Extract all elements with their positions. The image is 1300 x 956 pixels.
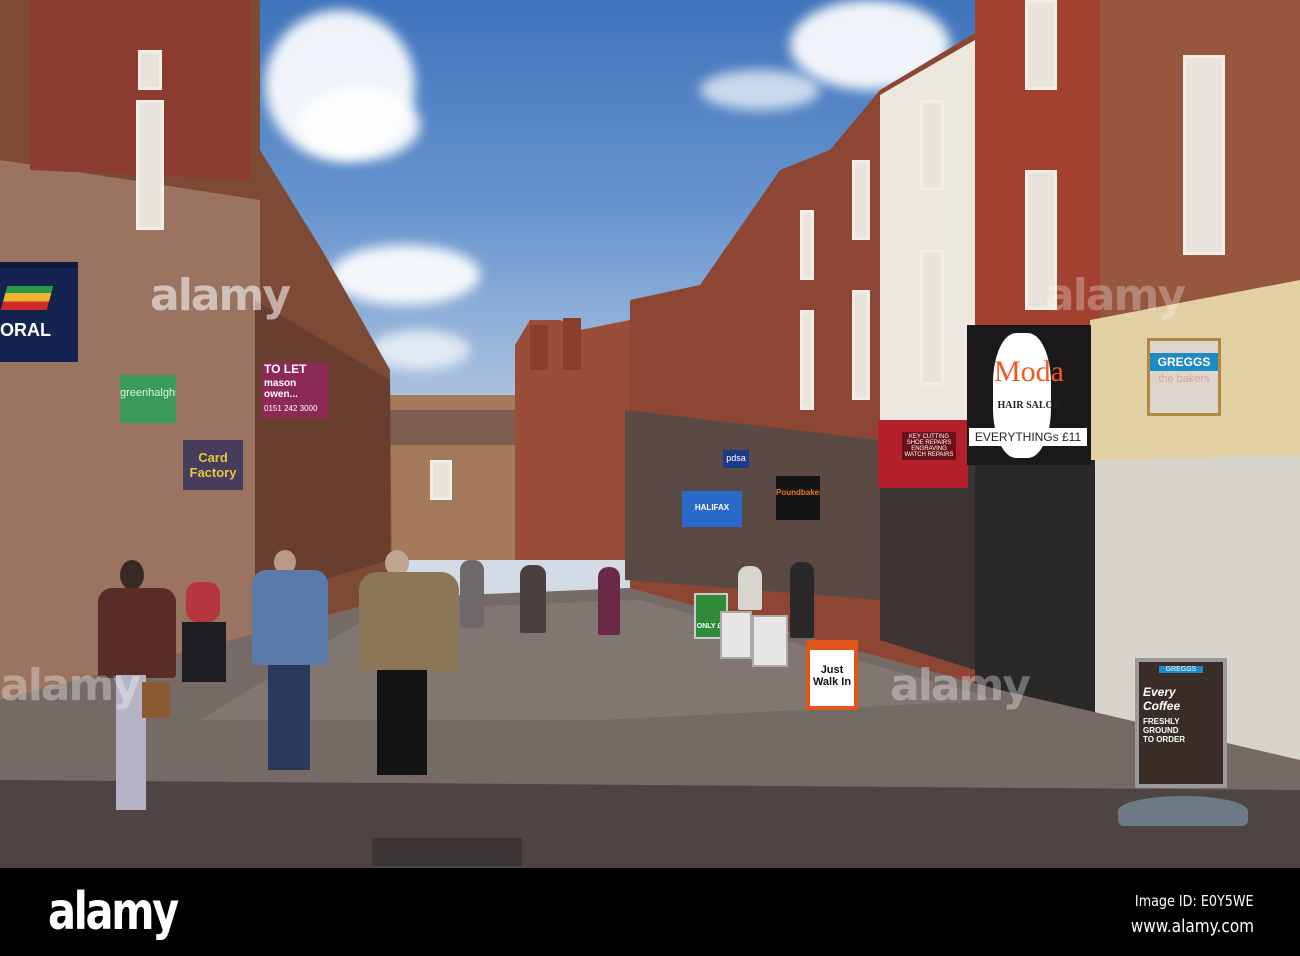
image-id: Image ID: E0Y5WE [1135,892,1254,910]
advert-board [752,615,788,667]
service-item: WATCH REPAIRS [904,452,954,458]
poundbakery-sign: Poundbakery [776,476,820,520]
watermark: alamy [0,660,141,711]
chimney [530,325,548,370]
pedestrian [520,565,546,633]
coral-label: ORAL [0,320,51,340]
coffee-board-brand: GREGGS [1159,666,1203,673]
moda-label: Moda [994,355,1064,388]
window [1025,0,1057,90]
window [800,210,814,280]
street-shadow [0,780,1300,868]
window [136,100,164,230]
to-let-sign: TO LET mason owen... 0151 242 3000 [262,362,328,418]
greggs-label: GREGGS [1150,353,1218,371]
alamy-logo: alamy [48,882,179,942]
window [1183,55,1225,255]
to-let-label: TO LET [264,362,307,376]
far-building-roof [385,410,515,445]
window [138,50,162,90]
agent-phone: 0151 242 3000 [264,404,318,413]
window [852,290,870,400]
advert-board [720,611,752,659]
window [920,250,944,385]
pedestrian [790,562,814,638]
timpson-services: KEY CUTTING SHOE REPAIRS ENGRAVING WATCH… [902,432,956,460]
person-blue-shirt [250,550,330,775]
greggs-sign: GREGGS the bakers [1147,338,1221,416]
green-shop-sign: greenhalghs [120,375,176,423]
window [430,460,452,500]
chimney [563,318,581,370]
street-scene [0,0,1300,868]
timpson-sign: KEY CUTTING SHOE REPAIRS ENGRAVING WATCH… [878,420,968,488]
freshly-ground-label: FRESHLY GROUND TO ORDER [1143,717,1186,744]
watermark: alamy [1045,270,1186,321]
window [852,160,870,240]
greggs-coffee-board: GREGGS Every Coffee FRESHLY GROUND TO OR… [1135,658,1227,788]
attribution-bar: alamy Image ID: E0Y5WE www.alamy.com [0,868,1300,956]
coral-logo-icon [0,286,54,310]
pedestrian [598,567,620,635]
the-bakers-label: the bakers [1158,373,1210,385]
window [800,310,814,410]
window [920,100,944,190]
street-photo: ORAL greenhalghs Card Factory TO LET mas… [0,0,1300,868]
alamy-url: www.alamy.com [1130,916,1254,937]
halifax-sign: HALIFAX [682,491,742,527]
coral-sign: ORAL [0,262,78,362]
board-base [1118,796,1248,826]
drain-cover [372,838,522,866]
person-mobility-scooter [182,582,227,692]
watermark: alamy [150,270,291,321]
everything-price-label: EVERYTHINGs £11 [969,428,1087,446]
hair-salon-label: HAIR SALON [997,400,1061,411]
moda-hair-salon-sign: Moda HAIR SALON EVERYTHINGs £11 [967,325,1091,465]
person-beige-jacket [355,550,460,780]
just-walk-in-board: Just Walk In [806,640,858,710]
watermark: alamy [890,660,1031,711]
every-coffee-label: Every Coffee [1143,685,1181,713]
pedestrian [460,560,484,628]
pedestrian [738,566,762,610]
card-factory-sign: Card Factory [183,440,243,490]
agent-name: mason owen... [264,378,298,400]
pdsa-sign: pdsa [723,450,749,468]
